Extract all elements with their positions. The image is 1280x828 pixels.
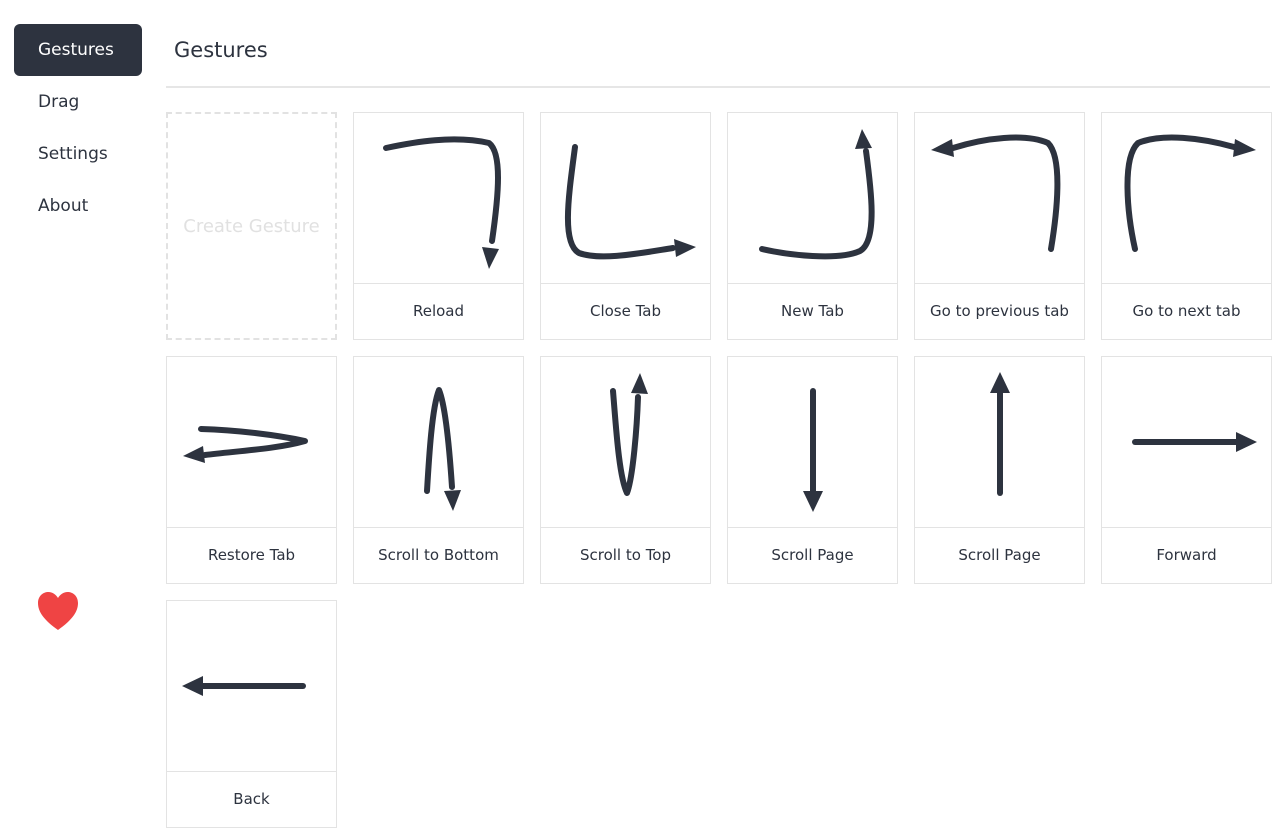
sidebar-item-about[interactable]: About xyxy=(14,180,142,232)
sidebar-item-drag[interactable]: Drag xyxy=(14,76,142,128)
gesture-preview xyxy=(354,113,523,284)
gesture-preview xyxy=(167,601,336,772)
gesture-label: Scroll Page xyxy=(771,546,854,564)
gesture-card-new-tab[interactable]: New Tab xyxy=(727,112,898,340)
gesture-close-tab-icon xyxy=(564,144,696,260)
gesture-preview xyxy=(728,357,897,528)
gesture-forward-icon xyxy=(1132,432,1257,452)
gesture-card-next-tab[interactable]: Go to next tab xyxy=(1101,112,1272,340)
gesture-card-forward[interactable]: Forward xyxy=(1101,356,1272,584)
gesture-card-close-tab[interactable]: Close Tab xyxy=(540,112,711,340)
gesture-card-restore-tab[interactable]: Restore Tab xyxy=(166,356,337,584)
gesture-preview xyxy=(728,113,897,284)
gesture-card-scroll-page-down[interactable]: Scroll Page xyxy=(727,356,898,584)
gesture-preview xyxy=(1102,113,1271,284)
gesture-card-scroll-page-up[interactable]: Scroll Page xyxy=(914,356,1085,584)
gesture-label: Go to next tab xyxy=(1132,302,1241,320)
gesture-card-scroll-to-bottom[interactable]: Scroll to Bottom xyxy=(353,356,524,584)
gesture-card-previous-tab[interactable]: Go to previous tab xyxy=(914,112,1085,340)
gesture-scroll-to-top-icon xyxy=(610,373,648,496)
gesture-card-scroll-to-top[interactable]: Scroll to Top xyxy=(540,356,711,584)
gesture-previous-tab-icon xyxy=(931,134,1061,252)
gesture-preview xyxy=(915,357,1084,528)
gesture-preview xyxy=(541,357,710,528)
gesture-preview xyxy=(167,357,336,528)
sidebar: Gestures Drag Settings About xyxy=(14,24,142,232)
gesture-label: Reload xyxy=(412,302,465,320)
gesture-label: Scroll Page xyxy=(958,546,1041,564)
heart-icon[interactable] xyxy=(36,590,80,634)
gesture-label: Scroll to Bottom xyxy=(378,546,499,564)
gesture-label: New Tab xyxy=(781,302,844,320)
sidebar-item-settings[interactable]: Settings xyxy=(14,128,142,180)
gesture-label: Close Tab xyxy=(589,302,662,320)
gesture-grid: Create Gesture Reload Close Tab New Tab … xyxy=(166,112,1272,828)
gesture-scroll-page-up-icon xyxy=(990,372,1010,496)
gesture-label: Forward xyxy=(1156,546,1217,564)
gesture-scroll-page-down-icon xyxy=(803,388,823,512)
gesture-preview xyxy=(541,113,710,284)
gesture-preview xyxy=(354,357,523,528)
gesture-back-icon xyxy=(182,676,306,696)
gesture-card-back[interactable]: Back xyxy=(166,600,337,828)
gesture-restore-tab-icon xyxy=(183,426,308,463)
gesture-label: Restore Tab xyxy=(207,546,296,564)
gesture-next-tab-icon xyxy=(1124,134,1256,252)
gesture-card-reload[interactable]: Reload xyxy=(353,112,524,340)
create-gesture-label: Create Gesture xyxy=(183,215,320,237)
gesture-new-tab-icon xyxy=(759,129,875,260)
create-gesture-button[interactable]: Create Gesture xyxy=(166,112,337,340)
page-title: Gestures xyxy=(174,38,268,62)
gesture-preview xyxy=(1102,357,1271,528)
sidebar-item-gestures[interactable]: Gestures xyxy=(14,24,142,76)
gesture-scroll-to-bottom-icon xyxy=(424,387,461,511)
gesture-reload-icon xyxy=(383,136,501,269)
gesture-label: Scroll to Top xyxy=(579,546,672,564)
gesture-preview xyxy=(915,113,1084,284)
page-header: Gestures xyxy=(166,24,1270,88)
gesture-label: Go to previous tab xyxy=(930,302,1069,320)
